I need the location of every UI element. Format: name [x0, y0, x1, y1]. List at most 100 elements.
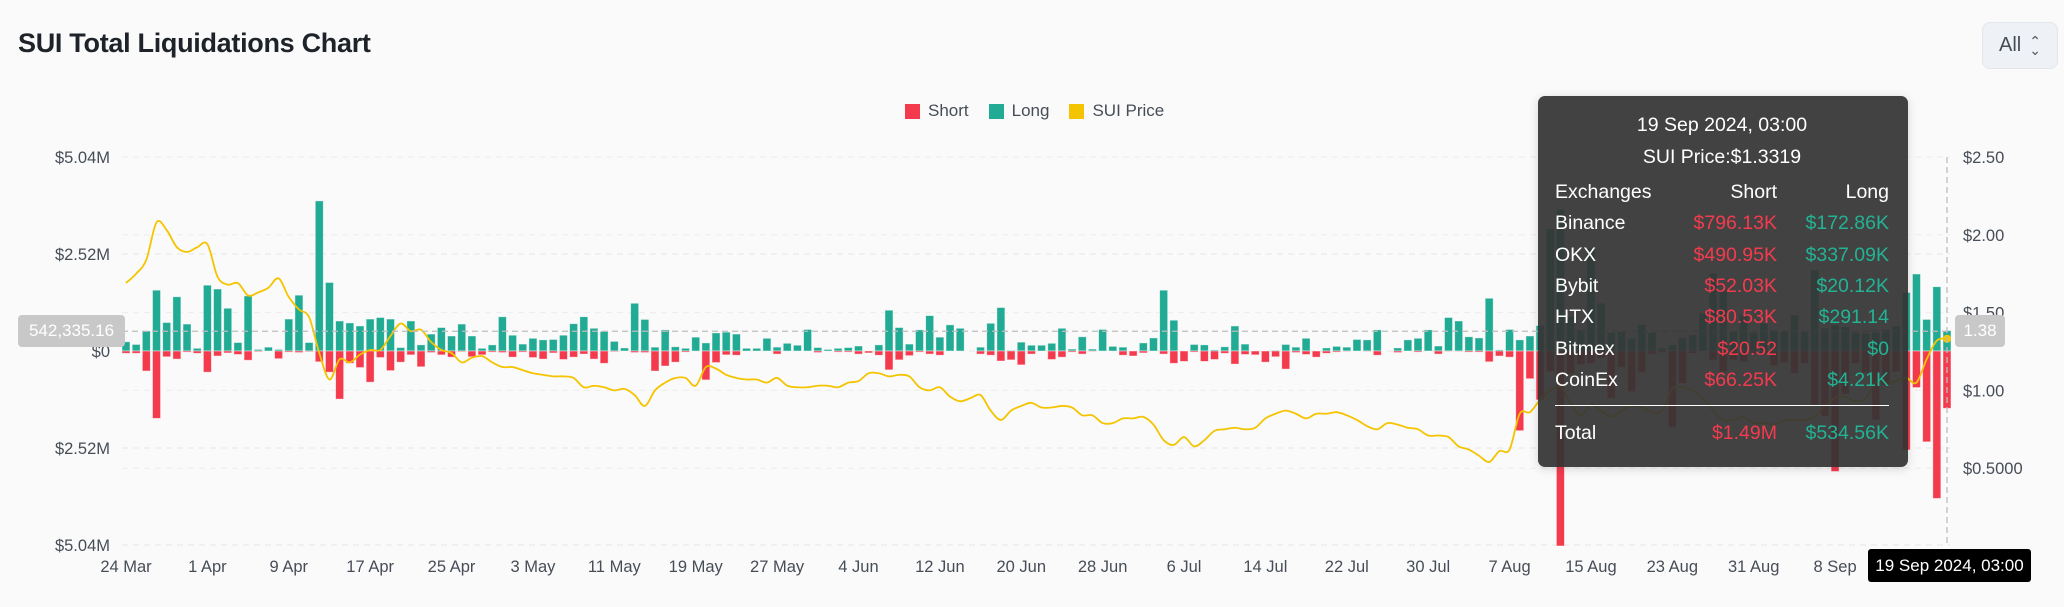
short-bar [1128, 350, 1138, 357]
long-bar [1505, 329, 1514, 352]
short-bar [640, 350, 650, 353]
short-bar [274, 350, 283, 360]
exchange-name: HTX [1555, 306, 1594, 329]
long-bar [1077, 336, 1087, 352]
long-bar [620, 347, 629, 352]
short-bar [396, 350, 406, 363]
long-bar [1332, 345, 1342, 352]
long-bar [711, 332, 721, 352]
short-bar [1932, 350, 1942, 499]
short-bar [538, 350, 548, 360]
short-bar [1433, 350, 1443, 355]
x-axis-tick: 20 Jun [996, 558, 1046, 576]
tooltip-row: Bitmex $20.52 $0 [1555, 333, 1889, 364]
exchange-name: Binance [1555, 212, 1626, 235]
long-bar [396, 347, 406, 352]
short-bar [1240, 350, 1250, 355]
short-bar [1250, 350, 1260, 356]
short-bar [1027, 350, 1036, 355]
short-bar [589, 350, 599, 360]
long-bar [803, 329, 813, 352]
long-bar [1301, 337, 1311, 352]
long-bar [925, 315, 935, 352]
long-bar [609, 340, 619, 352]
long-bar [976, 346, 985, 352]
short-bar [1311, 350, 1321, 358]
long-bar [325, 282, 334, 352]
short-bar [487, 350, 497, 353]
long-bar [1149, 337, 1158, 352]
long-bar [1159, 289, 1169, 352]
long-bar [1016, 341, 1026, 352]
short-bar [498, 350, 507, 353]
long-bar [1098, 329, 1108, 352]
short-bar [1301, 350, 1311, 355]
short-bar [670, 350, 680, 363]
short-bar [569, 350, 579, 358]
short-bar [660, 350, 670, 367]
short-bar [1006, 350, 1016, 361]
long-bar [152, 289, 161, 352]
long-bar [1281, 344, 1291, 352]
x-axis-tick: 15 Aug [1565, 558, 1616, 576]
long-bar [518, 343, 528, 352]
long-bar [192, 347, 202, 352]
short-bar [426, 350, 436, 353]
long-bar [162, 322, 172, 352]
long-bar [782, 342, 792, 352]
short-value: $796.13K [1693, 212, 1778, 235]
short-bar [1260, 350, 1270, 363]
long-bar [772, 346, 782, 352]
long-bar [1372, 329, 1382, 352]
long-bar [498, 316, 507, 352]
short-bar [192, 350, 202, 354]
long-bar [1230, 325, 1240, 352]
long-bar [365, 318, 375, 352]
right-axis-tick: $2.00 [1963, 227, 2004, 245]
short-bar [609, 350, 619, 353]
long-bar [843, 347, 853, 352]
short-bar [864, 350, 874, 354]
x-axis-tick: 28 Jun [1078, 558, 1128, 576]
long-bar [1220, 346, 1230, 352]
short-bar [731, 350, 741, 356]
short-bar [518, 350, 528, 353]
chart-tooltip: 19 Sep 2024, 03:00 SUI Price:$1.3319 Exc… [1538, 96, 1908, 467]
long-bar [721, 331, 731, 352]
short-bar [1169, 350, 1179, 364]
short-bar [1515, 350, 1525, 432]
short-bar [548, 350, 558, 354]
long-bar [182, 323, 192, 352]
x-axis-tick: 22 Jul [1325, 558, 1369, 576]
long-bar [548, 339, 558, 352]
x-axis-tick: 25 Apr [428, 558, 476, 576]
short-bar [172, 350, 182, 360]
left-axis-tick: $5.04M [55, 149, 110, 167]
short-bar [559, 350, 568, 360]
long-bar [640, 319, 650, 352]
tooltip-col-short: Short [1730, 181, 1777, 204]
exchange-name: OKX [1555, 243, 1597, 266]
short-bar [996, 350, 1006, 362]
long-bar [670, 346, 680, 352]
long-bar [1240, 343, 1250, 352]
short-bar [1271, 350, 1280, 358]
crosshair-right-value: 1.38 [1955, 315, 2005, 347]
short-bar [772, 350, 782, 355]
left-axis: $5.04M$2.52M$0$2.52M$5.04M [55, 149, 110, 555]
tooltip-col-exchanges: Exchanges [1555, 181, 1652, 204]
x-axis-tick: 12 Jun [915, 558, 965, 576]
long-value: $20.12K [1816, 275, 1889, 298]
long-bar [172, 296, 182, 352]
long-bar [1393, 347, 1403, 352]
short-bar [304, 350, 314, 353]
long-bar [569, 323, 579, 352]
tooltip-row: Binance $796.13K $172.86K [1555, 208, 1889, 239]
long-bar [1047, 342, 1057, 352]
short-bar [935, 350, 945, 356]
short-bar [711, 350, 721, 363]
short-bar [182, 350, 192, 353]
short-bar [681, 350, 690, 353]
short-bar [1199, 350, 1209, 362]
x-axis-tick: 7 Aug [1488, 558, 1530, 576]
